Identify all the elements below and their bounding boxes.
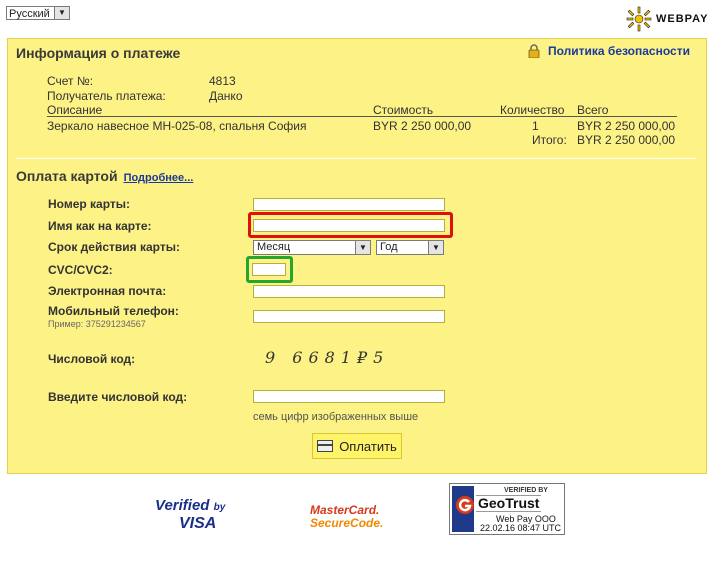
col-quantity: Количество [500, 103, 565, 117]
payment-info-title: Информация о платеже [16, 45, 181, 61]
chevron-down-icon: ▼ [428, 241, 443, 254]
col-cost: Стоимость [373, 103, 434, 117]
phone-hint: Пример: 375291234567 [48, 319, 146, 329]
col-total: Всего [577, 103, 609, 117]
captcha-label: Числовой код: [48, 352, 136, 366]
geotrust-verified: VERIFIED BY [504, 487, 548, 494]
geotrust-seal[interactable]: VERIFIED BY GeoTrust Web Pay ООО CLICK 2… [449, 483, 565, 535]
card-number-label: Номер карты: [48, 197, 131, 211]
visa-by: by [213, 502, 226, 513]
geotrust-g-icon [456, 496, 474, 514]
mc-line2: SecureCode. [310, 516, 384, 530]
table-header-divider [47, 116, 677, 117]
captcha-hint: семь цифр изображенных выше [253, 411, 419, 423]
pay-button-label: Оплатить [339, 438, 397, 454]
captcha-input[interactable] [253, 390, 445, 403]
card-number-input[interactable] [253, 198, 445, 211]
lock-icon [528, 44, 540, 58]
item-cost: BYR 2 250 000,00 [373, 119, 472, 133]
payee-label: Получатель платежа: [47, 89, 166, 103]
visa-line2: VISA [179, 515, 217, 532]
mastercard-securecode-logo: MasterCard. SecureCode. [310, 504, 390, 534]
geotrust-brand: GeoTrust [476, 495, 542, 512]
payee-value: Данко [209, 89, 243, 103]
webpay-logo: WEBPAY [626, 6, 708, 32]
security-policy: Политика безопасности [528, 44, 690, 58]
expiry-month-select[interactable]: Месяц ▼ [253, 240, 371, 255]
brand-name: WEBPAY [656, 13, 709, 25]
card-payment-header: Оплата картой Подробнее... [16, 168, 193, 184]
expiry-label: Срок действия карты: [48, 240, 180, 254]
verified-by-visa-logo: Verified by VISA [155, 498, 235, 534]
expiry-year-select[interactable]: Год ▼ [376, 240, 444, 255]
cvc-input[interactable] [252, 263, 286, 276]
geotrust-date: 22.02.16 08:47 UTC [480, 523, 562, 533]
card-name-input[interactable] [253, 219, 445, 232]
chevron-down-icon: ▼ [355, 241, 370, 254]
card-payment-title: Оплата картой [16, 168, 118, 184]
invoice-value: 4813 [209, 74, 236, 88]
cvc-label: CVC/CVC2: [48, 263, 113, 277]
captcha-input-label: Введите числовой код: [48, 390, 188, 404]
invoice-label: Счет №: [47, 74, 94, 88]
more-info-link[interactable]: Подробнее... [124, 172, 194, 184]
language-selected: Русский [9, 8, 50, 20]
expiry-year-selected: Год [380, 241, 398, 253]
geotrust-click: CLICK [453, 524, 475, 531]
item-total: BYR 2 250 000,00 [577, 119, 676, 133]
language-select[interactable]: Русский ▼ [6, 6, 70, 20]
phone-input[interactable] [253, 310, 445, 323]
sun-logo-icon [626, 6, 652, 32]
grand-total-value: BYR 2 250 000,00 [577, 133, 676, 147]
item-quantity: 1 [532, 119, 539, 133]
phone-label: Мобильный телефон: [48, 304, 179, 318]
credit-card-icon [317, 440, 334, 452]
item-description: Зеркало навесное МН-025-08, спальня Софи… [47, 119, 307, 133]
col-description: Описание [47, 103, 103, 117]
pay-button[interactable]: Оплатить [312, 433, 402, 459]
section-divider [16, 158, 696, 159]
grand-total-label: Итого: [532, 133, 567, 147]
email-input[interactable] [253, 285, 445, 298]
visa-line1: Verified [155, 497, 210, 514]
expiry-month-selected: Месяц [257, 241, 291, 253]
card-name-label: Имя как на карте: [48, 219, 152, 233]
captcha-image: 9 6681₽5 [255, 338, 455, 378]
chevron-down-icon: ▼ [54, 7, 69, 19]
security-policy-link[interactable]: Политика безопасности [548, 44, 690, 58]
email-label: Электронная почта: [48, 284, 167, 298]
captcha-text: 9 6681₽5 [265, 348, 390, 367]
